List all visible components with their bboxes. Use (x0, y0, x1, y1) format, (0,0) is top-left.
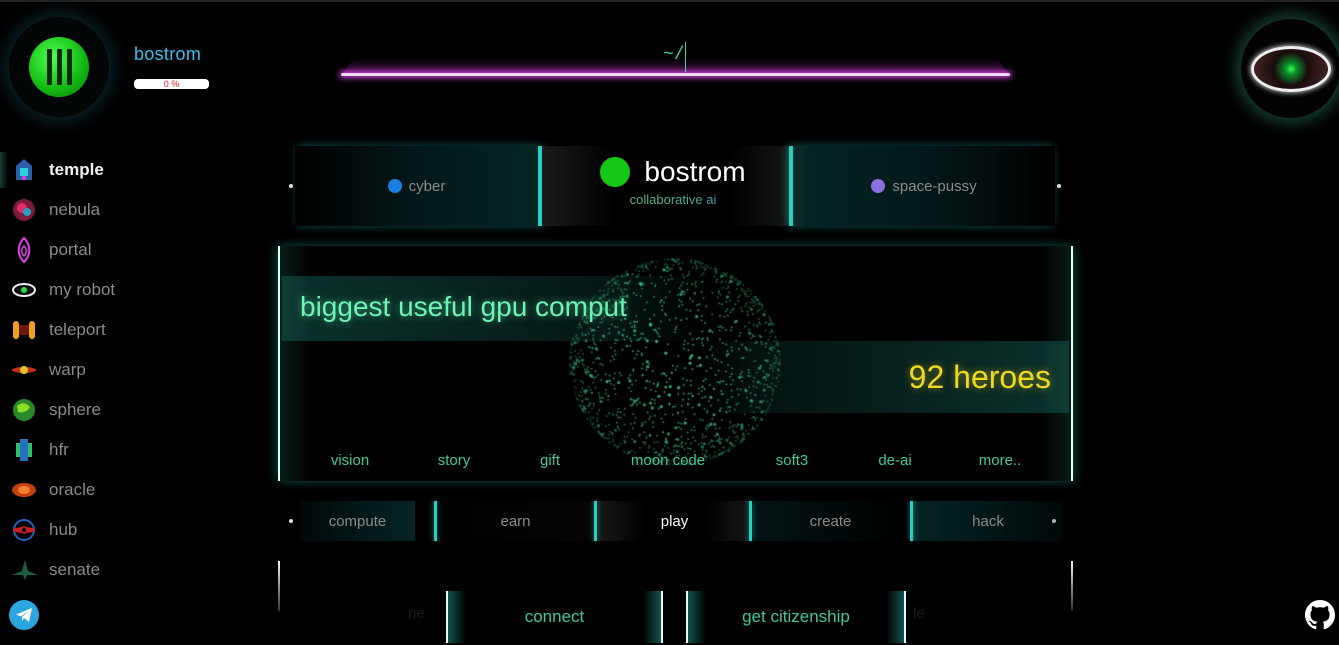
sidebar-item-sphere[interactable]: sphere (0, 390, 230, 430)
current-network-name: bostrom (644, 156, 746, 187)
sidebar-item-label: warp (49, 360, 86, 379)
panel-link-vision[interactable]: vision (331, 452, 369, 469)
particle-sphere (555, 250, 795, 475)
button-edge (904, 591, 906, 643)
my-robot-button[interactable] (1241, 19, 1339, 118)
sidebar-item-teleport[interactable]: teleport (0, 310, 230, 350)
robot-eye-icon (11, 277, 37, 303)
panel-link-more[interactable]: more.. (979, 452, 1022, 469)
command-text: ~/ (663, 45, 685, 65)
bars-icon (29, 37, 89, 97)
sidebar-item-label: portal (49, 240, 92, 259)
action-tabs: compute earn play create hack (280, 501, 1070, 541)
nebula-icon (11, 197, 37, 223)
button-glow (886, 591, 904, 643)
sidebar-item-hub[interactable]: hub (0, 510, 230, 550)
sidebar-item-label: teleport (49, 320, 106, 339)
tab-hack[interactable]: hack (913, 501, 1063, 541)
button-edge (661, 591, 663, 643)
network-selector: cyber bostrom collaborative ai space-pus… (280, 146, 1070, 226)
button-label: connect (524, 607, 585, 626)
tab-play[interactable]: play (598, 501, 751, 541)
bostrom-dot-icon (600, 157, 631, 187)
sidebar-item-my-robot[interactable]: my robot (0, 270, 230, 310)
panel-edge-left (278, 561, 280, 611)
sidebar-item-oracle[interactable]: oracle (0, 470, 230, 510)
network-name[interactable]: bostrom (134, 44, 201, 65)
panel-link-de-ai[interactable]: de-ai (878, 452, 911, 469)
sidebar-item-label: sphere (49, 400, 101, 419)
tab-earn[interactable]: earn (438, 501, 593, 541)
github-icon (1305, 600, 1335, 630)
current-network[interactable]: bostrom collaborative ai (542, 146, 804, 226)
faded-item-left: ne (408, 605, 425, 622)
temple-icon (11, 157, 37, 183)
network-option-cyber[interactable]: cyber (295, 146, 542, 226)
faded-item-right: le (913, 605, 925, 622)
tab-separator (910, 501, 913, 541)
command-underline (341, 73, 1010, 76)
get-citizenship-button[interactable]: get citizenship (686, 591, 906, 643)
button-glow (643, 591, 661, 643)
sidebar-item-label: oracle (49, 480, 96, 499)
senate-icon (11, 557, 37, 583)
sidebar-item-portal[interactable]: portal (0, 230, 230, 270)
heroes-count[interactable]: 92 heroes (909, 359, 1051, 396)
hfr-icon (11, 437, 37, 463)
oracle-icon (11, 477, 37, 503)
network-switch-button[interactable] (9, 17, 109, 117)
warp-icon (11, 357, 37, 383)
command-line-input[interactable]: ~/ (341, 40, 1010, 82)
sidebar-item-label: hub (49, 520, 78, 539)
sidebar-item-senate[interactable]: senate (0, 550, 230, 590)
scroll-dot-left (289, 519, 293, 523)
cyber-dot-icon (387, 179, 402, 193)
tab-create[interactable]: create (753, 501, 908, 541)
github-link[interactable] (1305, 600, 1335, 630)
scroll-dot-left (289, 184, 293, 188)
button-glow (448, 591, 466, 643)
sidebar-item-label: senate (49, 560, 101, 579)
panel-edge-right (1071, 561, 1073, 611)
portal-icon (11, 237, 37, 263)
top-border (0, 0, 1339, 2)
bottom-actions: ne le connect get citizenship (278, 561, 1073, 645)
tab-separator (434, 501, 437, 541)
sync-progress: 0 % (134, 79, 209, 89)
sidebar-item-nebula[interactable]: nebula (0, 190, 230, 230)
robot-eye-icon (1250, 45, 1331, 92)
sidebar-item-label: temple (49, 160, 104, 179)
sidebar-item-label: my robot (49, 280, 116, 299)
space-pussy-dot-icon (871, 179, 886, 193)
sidebar-item-label: hfr (49, 440, 69, 459)
sidebar: temple nebula portal my robot teleport warp sp… (0, 150, 230, 590)
tab-separator (594, 501, 597, 541)
scroll-dot-right (1057, 184, 1061, 188)
network-option-label: cyber (408, 177, 446, 195)
tab-compute[interactable]: compute (300, 501, 415, 541)
sidebar-item-warp[interactable]: warp (0, 350, 230, 390)
sphere-icon (11, 397, 37, 423)
connect-button[interactable]: connect (446, 591, 663, 643)
network-option-space-pussy[interactable]: space-pussy (789, 146, 1055, 226)
tab-separator (749, 501, 752, 541)
panel-link-story[interactable]: story (438, 452, 471, 469)
sidebar-item-hfr[interactable]: hfr (0, 430, 230, 470)
telegram-icon (16, 608, 32, 622)
hub-icon (11, 517, 37, 543)
network-option-label: space-pussy (892, 177, 977, 195)
sidebar-item-temple[interactable]: temple (0, 150, 230, 190)
teleport-icon (11, 317, 37, 343)
sidebar-item-label: nebula (49, 200, 101, 219)
button-label: get citizenship (742, 607, 850, 626)
button-glow (688, 591, 706, 643)
text-caret (685, 42, 686, 72)
current-network-subtitle: collaborative ai (542, 192, 804, 207)
telegram-link[interactable] (9, 600, 39, 630)
